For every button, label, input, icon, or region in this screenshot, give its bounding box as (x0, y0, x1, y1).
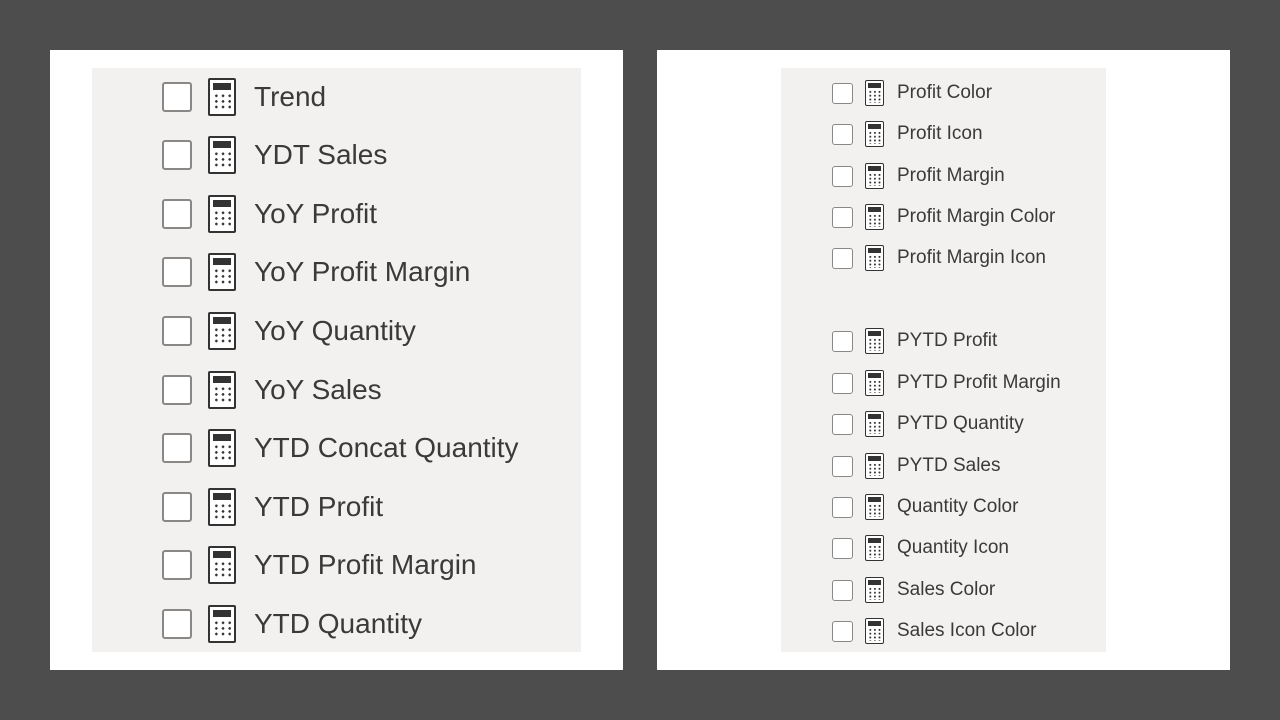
field-row[interactable]: Profit Margin (832, 163, 1005, 189)
field-row[interactable]: YTD Profit Margin (162, 546, 477, 584)
field-row[interactable]: Profit Margin Icon (832, 245, 1046, 271)
field-checkbox[interactable] (832, 620, 853, 642)
right-screenshot-card: Profit Color Profit Icon Profit Margin Prof… (657, 50, 1230, 670)
field-row[interactable]: YoY Sales (162, 371, 382, 409)
field-label: YTD Quantity (254, 608, 423, 639)
field-row[interactable]: Sales Icon Color (832, 618, 1036, 644)
left-screenshot-card: Trend YDT Sales YoY Profit YoY Profit Margi… (50, 50, 623, 670)
field-checkbox[interactable] (162, 316, 192, 346)
field-row[interactable]: YoY Profit (162, 195, 377, 233)
field-row[interactable]: Profit Icon (832, 121, 983, 147)
calculator-icon (208, 371, 236, 409)
field-checkbox[interactable] (162, 82, 192, 112)
field-label: Profit Color (897, 82, 993, 103)
field-row[interactable]: Trend (162, 78, 326, 116)
field-label: Profit Margin Color (897, 206, 1056, 227)
field-checkbox[interactable] (832, 413, 853, 435)
calculator-icon (208, 429, 236, 467)
calculator-icon (208, 195, 236, 233)
field-row[interactable]: Quantity Icon (832, 535, 1009, 561)
calculator-icon (865, 204, 884, 230)
field-label: YTD Profit (254, 491, 384, 522)
calculator-icon (865, 577, 884, 603)
field-checkbox[interactable] (832, 579, 853, 601)
field-checkbox[interactable] (832, 123, 853, 145)
calculator-icon (865, 163, 884, 189)
field-label: YoY Sales (254, 374, 382, 405)
calculator-icon (208, 488, 236, 526)
field-label: PYTD Profit Margin (897, 372, 1061, 393)
field-label: Profit Margin Icon (897, 247, 1046, 268)
field-row[interactable]: YoY Quantity (162, 312, 416, 350)
field-row[interactable]: PYTD Sales (832, 453, 1000, 479)
right-field-list: Profit Color Profit Icon Profit Margin Prof… (781, 68, 1106, 652)
calculator-icon (208, 312, 236, 350)
field-label: Sales Icon Color (897, 620, 1037, 641)
field-checkbox[interactable] (162, 199, 192, 229)
field-checkbox[interactable] (832, 496, 853, 518)
field-checkbox[interactable] (162, 609, 192, 639)
field-row[interactable]: YTD Profit (162, 488, 383, 526)
field-label: Quantity Icon (897, 537, 1009, 558)
field-row[interactable]: PYTD Profit Margin (832, 370, 1061, 396)
calculator-icon (865, 328, 884, 354)
field-row[interactable]: Profit Margin Color (832, 204, 1055, 230)
field-checkbox[interactable] (832, 206, 853, 228)
field-label: YDT Sales (254, 139, 388, 170)
calculator-icon (865, 411, 884, 437)
field-row[interactable]: PYTD Profit (832, 328, 997, 354)
calculator-icon (208, 253, 236, 291)
field-checkbox[interactable] (832, 372, 853, 394)
field-checkbox[interactable] (832, 82, 853, 104)
field-checkbox[interactable] (832, 537, 853, 559)
field-label: YoY Quantity (254, 315, 416, 346)
field-row[interactable]: YTD Concat Quantity (162, 429, 519, 467)
calculator-icon (865, 618, 884, 644)
left-field-list: Trend YDT Sales YoY Profit YoY Profit Margi… (92, 68, 581, 652)
field-label: Trend (254, 81, 327, 112)
field-checkbox[interactable] (162, 550, 192, 580)
field-row[interactable]: YoY Profit Margin (162, 253, 470, 291)
field-label: YoY Profit Margin (254, 256, 471, 287)
field-label: PYTD Profit (897, 330, 998, 351)
field-row[interactable]: YTD Quantity (162, 605, 422, 643)
field-row[interactable]: YDT Sales (162, 136, 387, 174)
field-label: YTD Profit Margin (254, 549, 477, 580)
field-checkbox[interactable] (832, 455, 853, 477)
field-label: PYTD Sales (897, 455, 1001, 476)
field-checkbox[interactable] (162, 375, 192, 405)
field-checkbox[interactable] (832, 330, 853, 352)
field-checkbox[interactable] (162, 257, 192, 287)
calculator-icon (208, 605, 236, 643)
field-checkbox[interactable] (162, 492, 192, 522)
calculator-icon (208, 136, 236, 174)
calculator-icon (865, 453, 884, 479)
field-label: Profit Icon (897, 123, 983, 144)
field-row[interactable]: Profit Color (832, 80, 992, 106)
field-checkbox[interactable] (162, 140, 192, 170)
calculator-icon (865, 494, 884, 520)
field-checkbox[interactable] (832, 165, 853, 187)
field-row[interactable]: Sales Color (832, 577, 995, 603)
field-label: YoY Profit (254, 198, 377, 229)
field-row[interactable]: PYTD Quantity (832, 411, 1024, 437)
field-row[interactable]: Quantity Color (832, 494, 1018, 520)
field-checkbox[interactable] (162, 433, 192, 463)
calculator-icon (865, 80, 884, 106)
field-label: Sales Color (897, 579, 996, 600)
field-label: PYTD Quantity (897, 413, 1024, 434)
field-label: YTD Concat Quantity (254, 432, 519, 463)
field-label: Profit Margin (897, 165, 1005, 186)
calculator-icon (865, 535, 884, 561)
calculator-icon (208, 78, 236, 116)
calculator-icon (865, 370, 884, 396)
calculator-icon (865, 245, 884, 271)
calculator-icon (865, 121, 884, 147)
calculator-icon (208, 546, 236, 584)
field-checkbox[interactable] (832, 247, 853, 269)
field-label: Quantity Color (897, 496, 1019, 517)
